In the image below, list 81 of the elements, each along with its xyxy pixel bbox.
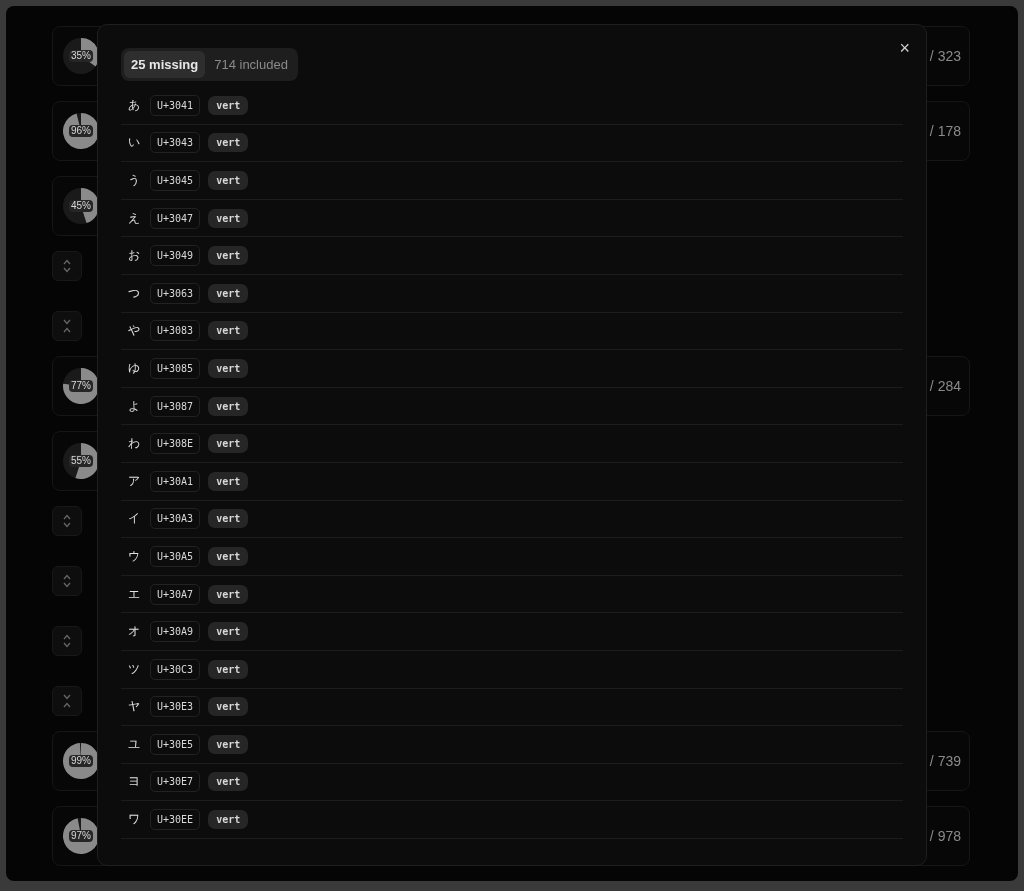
toggle-button[interactable]	[52, 251, 82, 281]
toggle-button[interactable]	[52, 566, 82, 596]
codepoint-tag: U+3047	[150, 207, 201, 229]
feature-tag: vert	[208, 697, 249, 717]
codepoint-tag: U+30C3	[150, 658, 201, 680]
glyph-char: つ	[128, 284, 141, 302]
feature-tag: vert	[208, 283, 249, 303]
toggle-button[interactable]	[52, 506, 82, 536]
glyph-char: あ	[128, 96, 141, 114]
glyph-char: わ	[128, 435, 141, 453]
percent-label: 99%	[69, 755, 93, 767]
feature-tag: vert	[208, 509, 249, 529]
percent-label: 97%	[69, 830, 93, 842]
glyph-char: ヨ	[128, 773, 141, 791]
codepoint-tag: U+3043	[150, 132, 201, 154]
percent-label: 35%	[69, 50, 93, 62]
feature-tag: vert	[208, 810, 249, 830]
feature-tag: vert	[208, 133, 249, 153]
codepoint-tag: U+30E5	[150, 733, 201, 755]
tab[interactable]: 25 missing	[124, 51, 206, 78]
percent-label: 77%	[69, 380, 93, 392]
percent-label: 55%	[69, 455, 93, 467]
feature-tag: vert	[208, 622, 249, 642]
codepoint-tag: U+3045	[150, 170, 201, 191]
codepoint-tag: U+3049	[150, 245, 201, 267]
codepoint-tag: U+30A3	[150, 508, 201, 530]
feature-tag: vert	[208, 246, 249, 266]
percent-label: 96%	[69, 125, 93, 137]
glyph-char: ヤ	[128, 698, 141, 716]
glyph-char: い	[128, 134, 141, 152]
feature-tag: vert	[208, 358, 249, 378]
codepoint-tag: U+3063	[150, 282, 201, 304]
feature-tag: vert	[208, 396, 249, 416]
tab[interactable]: 714 included	[207, 51, 295, 78]
percent-label: 45%	[69, 200, 93, 212]
codepoint-tag: U+30E7	[150, 771, 201, 793]
codepoint-tag: U+30A1	[150, 470, 201, 492]
glyph-char: お	[128, 247, 141, 265]
feature-tag: vert	[208, 584, 249, 604]
count-label: / 323	[929, 48, 961, 64]
toggle-button[interactable]	[52, 626, 82, 656]
glyph-char: ウ	[128, 547, 141, 565]
glyph-char: ワ	[128, 811, 141, 829]
glyph-char: ア	[128, 472, 141, 490]
toggle-button[interactable]	[52, 311, 82, 341]
glyph-char: や	[128, 322, 141, 340]
codepoint-tag: U+30A9	[150, 621, 201, 643]
codepoint-tag: U+3087	[150, 395, 201, 417]
codepoint-tag: U+30A7	[150, 583, 201, 605]
count-label: / 284	[929, 378, 961, 394]
count-label: / 739	[929, 753, 961, 769]
codepoint-tag: U+3041	[150, 94, 201, 116]
feature-tag: vert	[208, 434, 249, 454]
codepoint-tag: U+3085	[150, 357, 201, 379]
codepoint-tag: U+30A5	[150, 545, 201, 567]
feature-tag: vert	[208, 772, 249, 792]
count-label: / 178	[929, 123, 961, 139]
feature-tag: vert	[208, 546, 249, 566]
feature-tag: vert	[208, 171, 249, 190]
glyph-char: オ	[128, 623, 141, 641]
glyph-char: ユ	[128, 735, 141, 753]
glyph-char: ゆ	[128, 359, 141, 377]
feature-tag: vert	[208, 659, 249, 679]
glyph-char: う	[128, 172, 141, 189]
feature-tag: vert	[208, 321, 249, 341]
feature-tag: vert	[208, 471, 249, 491]
glyph-char: ツ	[128, 660, 141, 678]
toggle-button[interactable]	[52, 686, 82, 716]
glyph-char: え	[128, 209, 141, 227]
codepoint-tag: U+3083	[150, 320, 201, 342]
glyph-char: イ	[128, 510, 141, 528]
glyph-char: よ	[128, 397, 141, 415]
codepoint-tag: U+30E3	[150, 696, 201, 718]
close-button[interactable]: ×	[897, 39, 912, 57]
count-label: / 978	[929, 828, 961, 844]
feature-tag: vert	[208, 95, 249, 115]
codepoint-tag: U+30EE	[150, 809, 201, 831]
codepoint-tag: U+308E	[150, 433, 201, 455]
feature-tag: vert	[208, 208, 249, 228]
feature-tag: vert	[208, 734, 249, 754]
glyph-char: エ	[128, 585, 141, 603]
